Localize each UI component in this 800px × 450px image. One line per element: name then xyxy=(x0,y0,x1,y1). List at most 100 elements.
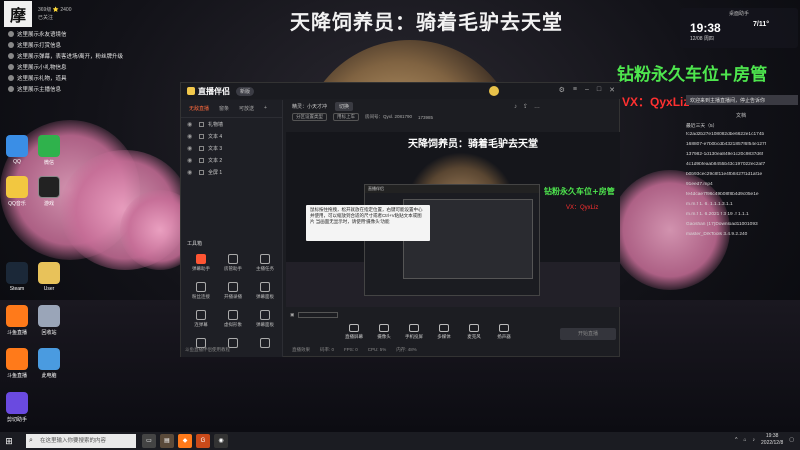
tab-broadcast[interactable]: 可放送 xyxy=(239,105,254,112)
switch-button[interactable]: 切换 xyxy=(335,101,354,111)
tab-live[interactable]: 无敌直播 xyxy=(189,105,209,112)
more-icon[interactable]: … xyxy=(534,104,546,110)
file-row[interactable]: b0b93cec29c8f11e4fb8427f1d1af1e xyxy=(684,172,798,182)
bell-icon[interactable]: ♪ xyxy=(514,104,523,110)
eye-icon[interactable]: ◉ xyxy=(187,145,195,152)
tool-room-manager[interactable]: 房管助手 xyxy=(217,252,249,276)
desktop-icon-douyu[interactable]: 斗鱼直播 xyxy=(2,305,32,336)
source-item[interactable]: ◉ 礼物墙 xyxy=(181,118,282,130)
tool-streamer-task[interactable]: 主播任务 xyxy=(249,252,281,276)
tool-extra-3[interactable] xyxy=(249,336,281,360)
windows-start-icon[interactable]: ⊞ xyxy=(0,432,18,450)
tool-avatar[interactable]: 虚拟形象 xyxy=(217,308,249,332)
tool-fan-link[interactable]: 粉丝连接 xyxy=(185,280,217,304)
desktop-icon-qq-music[interactable]: QQ音乐 xyxy=(2,176,32,207)
version-badge[interactable]: 新版 xyxy=(236,86,255,96)
clock-widget[interactable]: 桌面助手 19:38 7/11° 12/08 周四 xyxy=(680,8,798,48)
menu-icon[interactable]: ≡ xyxy=(573,86,577,94)
phone-cast-button[interactable]: 手机投屏 xyxy=(402,324,426,340)
checkbox[interactable] xyxy=(199,145,204,151)
eye-icon[interactable]: ◉ xyxy=(187,169,195,176)
taskbar-clock[interactable]: 19:38 2022/12/8 xyxy=(761,433,783,447)
stream-preview[interactable]: 天降饲养员：骑着毛驴去天堂 钻粉永久车位+房管 VX：QyxLiz 直播伴侣 鼠… xyxy=(286,132,620,307)
maximize-icon[interactable]: □ xyxy=(597,86,601,94)
preview-bottom-bar: ▣ xyxy=(284,310,620,320)
app-icon[interactable]: ◉ xyxy=(214,434,228,448)
desktop-icon-clip-tool[interactable]: 剪切助手 xyxy=(2,392,32,423)
category-chip[interactable]: 分区设置类型 xyxy=(292,113,327,121)
file-row[interactable]: master_DrkTools 3.4.9.2.240 xyxy=(684,232,798,242)
toolbox-label: 工具箱 xyxy=(187,241,203,247)
checkbox[interactable] xyxy=(199,157,204,163)
file-explorer-icon[interactable]: ▤ xyxy=(160,434,174,448)
lock-icon[interactable]: ▣ xyxy=(290,312,294,318)
source-item[interactable]: ◉ 文本 3 xyxy=(181,142,282,154)
checkbox[interactable] xyxy=(199,169,204,175)
screen-capture-button[interactable]: 直播屏幕 xyxy=(342,324,366,340)
camera-button[interactable]: 摄像头 xyxy=(372,324,396,340)
desktop-icon-wechat[interactable]: 微信 xyxy=(34,135,64,166)
tutorial-link[interactable]: 斗鱼直播伴侣使用教程 xyxy=(185,347,230,353)
category-bar: 分区设置类型 用标上车 房间号：Qyxl. 2081790 173985 xyxy=(284,112,620,122)
file-row[interactable]: 91eed7.mp4 xyxy=(684,182,798,192)
file-row[interactable]: m.m.f 1. 6.2021 f 3 19 .f 1.1.1 xyxy=(684,212,798,222)
g-app-icon[interactable]: G xyxy=(196,434,210,448)
file-row[interactable]: fe4dcae7f96c49b08f8b4d9c05e1e xyxy=(684,192,798,202)
tool-record[interactable]: 开播录播 xyxy=(217,280,249,304)
tool-danmu-panel[interactable]: 弹幕面板 xyxy=(249,280,281,304)
phone-icon xyxy=(409,324,419,332)
eye-icon[interactable]: ◉ xyxy=(187,121,195,128)
douyu-app-icon[interactable]: ◆ xyxy=(178,434,192,448)
start-stream-button[interactable]: 开始直播 xyxy=(560,328,616,340)
media-button[interactable]: 多媒体 xyxy=(432,324,456,340)
eye-icon[interactable]: ◉ xyxy=(187,157,195,164)
checkbox[interactable] xyxy=(199,133,204,139)
desktop-icon-recycle-bin[interactable]: 回收站 xyxy=(34,305,64,336)
source-item[interactable]: ◉ 文本 2 xyxy=(181,154,282,166)
eye-icon[interactable]: ◉ xyxy=(187,133,195,140)
desktop-icon-this-pc[interactable]: 此电脑 xyxy=(34,348,64,379)
source-item[interactable]: ◉ 全屏 1 xyxy=(181,166,282,178)
desktop-icon-steam[interactable]: Steam xyxy=(2,262,32,292)
desktop-icon-qq[interactable]: QQ xyxy=(2,135,32,165)
category-chip[interactable]: 用标上车 xyxy=(333,113,359,121)
desktop-icon-user[interactable]: User xyxy=(34,262,64,292)
tab-window[interactable]: 窗条 xyxy=(219,105,229,112)
tray-chevron-icon[interactable]: ^ xyxy=(735,437,737,443)
avatar[interactable] xyxy=(489,86,499,96)
file-row[interactable]: 137982-1d130ea849e1c20c9837d6f xyxy=(684,152,798,162)
tool-danmu-panel-2[interactable]: 弹幕面板 xyxy=(249,308,281,332)
taskbar-apps: ▭ ▤ ◆ G ◉ xyxy=(142,434,228,448)
file-row[interactable]: 168807-e7b0bcdb4321857f6f54e127f xyxy=(684,142,798,152)
tool-danmu-assistant[interactable]: 弹幕助手 xyxy=(185,252,217,276)
file-panel-title: 文档 xyxy=(735,113,746,119)
file-row[interactable]: m.m.f 1. 6. 1.1.1.3.1.1 xyxy=(684,202,798,212)
add-scene-icon[interactable]: + xyxy=(264,105,267,112)
settings-icon[interactable]: ⚙ xyxy=(559,86,565,94)
source-item[interactable]: ◉ 文本 4 xyxy=(181,130,282,142)
recent-files-panel: 文档 最近三天（5） fc2ad2b27e108082dbe6622e1c174… xyxy=(684,112,798,292)
volume-icon[interactable]: ♪ xyxy=(753,437,756,443)
microphone-icon xyxy=(469,324,479,332)
task-view-icon[interactable]: ▭ xyxy=(142,434,156,448)
share-icon[interactable]: ⇪ xyxy=(523,104,534,110)
resolution-input[interactable] xyxy=(298,312,339,318)
checkbox[interactable] xyxy=(199,121,204,127)
follow-status[interactable]: 已关注 xyxy=(38,14,71,22)
desktop-icon-game[interactable]: 游戏 xyxy=(34,176,64,207)
danmu-icon xyxy=(196,254,206,264)
file-row[interactable]: Gaoshan (17)Download11001093 xyxy=(684,222,798,232)
network-icon[interactable]: ⌂ xyxy=(743,437,746,443)
file-row[interactable]: 4c1d9bfeaab8455b43c197022ec2af7 xyxy=(684,162,798,172)
speaker-button[interactable]: 扬声器 xyxy=(492,324,516,340)
notification-icon[interactable]: ▢ xyxy=(789,437,794,443)
close-icon[interactable]: ✕ xyxy=(609,86,615,94)
minimize-icon[interactable]: – xyxy=(585,86,589,94)
tool-link-danmu[interactable]: 连弹幕 xyxy=(185,308,217,332)
stream-companion-window: 直播伴侣 新版 ⚙ ≡ – □ ✕ 无敌直播 窗条 可放送 + ◉ 礼物墙 ◉ 文本… xyxy=(180,82,621,360)
notice-line: 这里展示礼物，道具 xyxy=(0,72,140,83)
file-row[interactable]: fc2ad2b27e108082dbe6622e1c174b xyxy=(684,132,798,142)
desktop-icon-douyu-2[interactable]: 斗鱼直播 xyxy=(2,348,32,379)
taskbar-search-input[interactable]: ⌕ 在这里输入你要搜索的内容 xyxy=(26,434,136,448)
microphone-button[interactable]: 麦克风 xyxy=(462,324,486,340)
